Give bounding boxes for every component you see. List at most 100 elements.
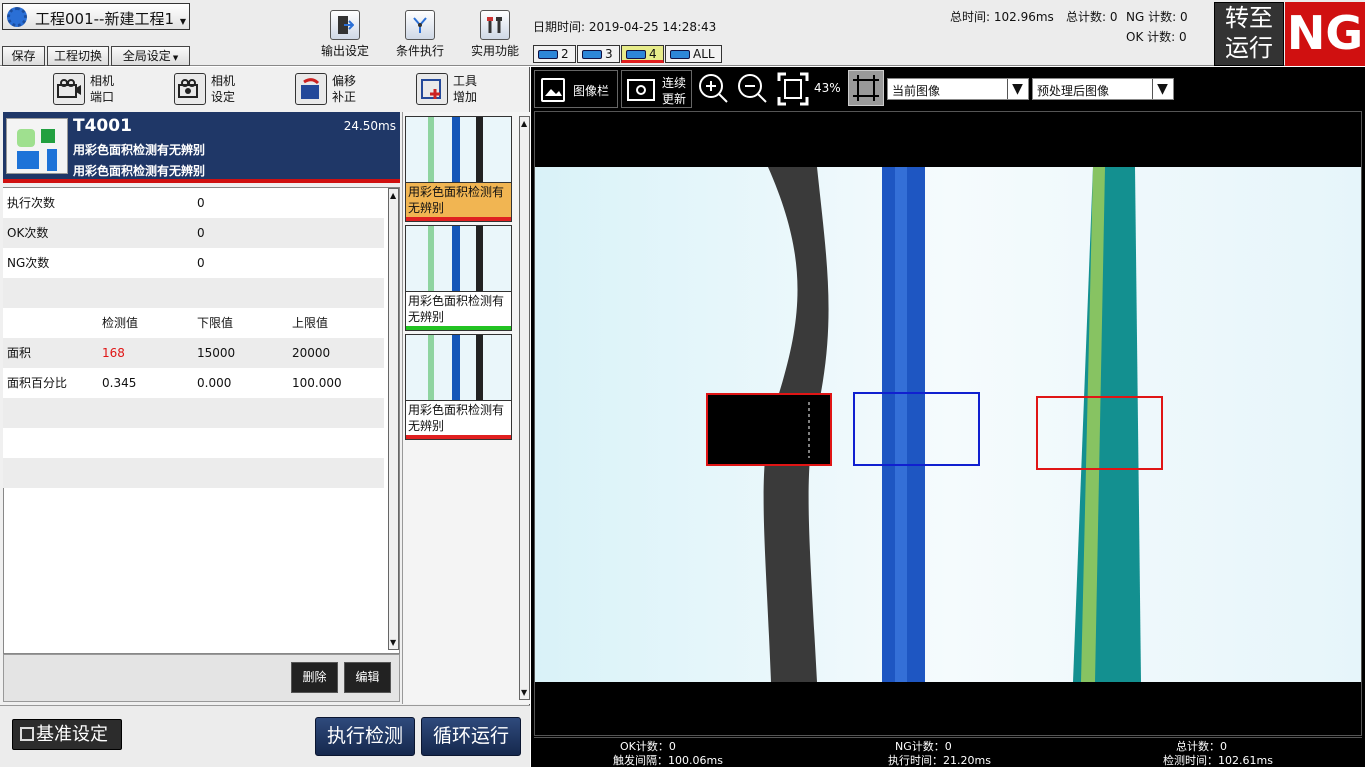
output-settings-button[interactable]: 输出设定 (313, 10, 377, 59)
offset-label1: 偏移 (332, 74, 357, 88)
wire-blue (452, 226, 460, 291)
tool-desc-1: 用彩色面积检测有无辨别 (73, 143, 206, 157)
tool-thumbnail[interactable]: 用彩色面积检测有无辨别 (405, 225, 512, 331)
footer-trigger-interval: 触发间隔：100.06ms (613, 754, 723, 767)
baseline-settings-button[interactable]: 基准设定 (12, 719, 122, 750)
zoom-out-button[interactable] (734, 70, 770, 108)
camera-icon (626, 50, 646, 59)
zoom-in-button[interactable] (695, 70, 731, 108)
camera-tab-3[interactable]: 3 (577, 45, 620, 63)
tool-thumbnail[interactable]: 用彩色面积检测有无辨别 (405, 116, 512, 222)
ok-count-row: OK次数 0 (3, 218, 384, 248)
empty-row (3, 428, 384, 458)
zoom-in-icon (699, 74, 728, 103)
ok-count: OK 计数: 0 (1126, 30, 1187, 44)
preprocessed-image-select[interactable]: 预处理后图像 ▼ (1032, 78, 1174, 100)
camera-icon (670, 50, 690, 59)
gear-icon (7, 7, 27, 27)
row-low: 0.000 (197, 376, 232, 390)
roi-box-1[interactable] (706, 393, 832, 466)
global-settings-button[interactable]: 全局设定 ▼ (111, 46, 190, 66)
camera-icon (53, 73, 85, 105)
add-tool-icon (416, 73, 448, 105)
camera-image (535, 167, 1361, 682)
blue-bar (47, 149, 57, 171)
row-value: 0.345 (102, 376, 137, 390)
current-image-select[interactable]: 当前图像 ▼ (887, 78, 1029, 100)
chevron-down-icon: ▼ (170, 54, 179, 62)
continuous-update-button[interactable]: 连续 更新 (621, 70, 692, 108)
ok-count-value: 0 (197, 226, 205, 240)
switch-run-line2: 运行 (1225, 34, 1273, 62)
camera-tab-label: 2 (561, 47, 569, 61)
project-switch-button[interactable]: 工程切换 (47, 46, 109, 66)
ng-count: NG 计数: 0 (1126, 10, 1188, 24)
switch-run-line1: 转至 (1225, 4, 1273, 32)
chevron-down-icon: ▼ (1152, 79, 1172, 99)
stats-scrollbar[interactable]: ▲ ▼ (388, 188, 399, 650)
tool-header[interactable]: T4001 24.50ms 用彩色面积检测有无辨别 用彩色面积检测有无辨别 (3, 112, 400, 183)
wire-black (476, 335, 483, 400)
add-tool-label1: 工具 (453, 74, 478, 88)
utilities-button[interactable]: 实用功能 (463, 10, 527, 59)
edit-button[interactable]: 编辑 (344, 662, 391, 693)
roi-select-button[interactable] (848, 70, 884, 106)
ng-count-row: NG次数 0 (3, 248, 384, 278)
table-row[interactable]: 面积 168 15000 20000 (3, 338, 384, 368)
exec-count-value: 0 (197, 196, 205, 210)
fit-screen-icon (777, 72, 809, 106)
image-bar-button[interactable]: 图像栏 (534, 70, 618, 108)
chevron-down-icon: ▼ (179, 17, 186, 26)
ok-shape (17, 129, 35, 147)
execute-inspection-button[interactable]: 执行检测 (315, 717, 415, 756)
camera-tab-label: 4 (649, 47, 657, 61)
image-background (535, 167, 1361, 682)
camera-icon (582, 50, 602, 59)
baseline-label: 基准设定 (36, 724, 108, 745)
thumbnail-scrollbar[interactable]: ▲ ▼ (519, 116, 530, 700)
tool-thumbnail[interactable]: 用彩色面积检测有无辨别 (405, 334, 512, 440)
delete-button[interactable]: 删除 (291, 662, 338, 693)
output-settings-label: 输出设定 (320, 44, 369, 58)
camera-settings-label1: 相机 (211, 74, 236, 88)
camera-settings-icon (174, 73, 206, 105)
exec-count-row: 执行次数 0 (3, 188, 384, 218)
header-high: 上限值 (292, 316, 329, 330)
camera-tab-label: ALL (693, 47, 715, 61)
loop-run-button[interactable]: 循环运行 (421, 717, 521, 756)
row-name: 面积百分比 (7, 376, 68, 390)
add-tool-label2: 增加 (453, 90, 478, 104)
result-ng-badge: NG (1285, 2, 1365, 66)
table-row[interactable]: 面积百分比 0.345 0.000 100.000 (3, 368, 384, 398)
camera-tab-2[interactable]: 2 (533, 45, 576, 63)
camera-tab-label: 3 (605, 47, 613, 61)
ng-count-label: NG次数 (7, 256, 50, 270)
thumbnail-status-bar (406, 435, 511, 439)
camera-tab-4[interactable]: 4 (621, 45, 664, 63)
switch-to-run-button[interactable]: 转至 运行 (1214, 2, 1284, 66)
image-viewport[interactable] (534, 111, 1362, 736)
chevron-down-icon: ▼ (1007, 79, 1027, 99)
exec-count-label: 执行次数 (7, 196, 56, 210)
save-button[interactable]: 保存 (2, 46, 45, 66)
blue-block (17, 151, 39, 169)
global-settings-label: 全局设定 (122, 49, 171, 63)
wire-green (428, 335, 434, 400)
tool-id: T4001 (73, 116, 132, 136)
conditional-exec-button[interactable]: 条件执行 (388, 10, 452, 59)
total-time: 总时间: 102.96ms (950, 10, 1054, 24)
fit-zoom-button[interactable]: 43% (774, 70, 844, 108)
camera-tab-all[interactable]: ALL (665, 45, 722, 63)
current-image-value: 当前图像 (892, 84, 941, 98)
camera-refresh-icon (627, 79, 655, 101)
wire-blue (452, 117, 460, 182)
project-selector[interactable]: 工程001--新建工程1 ▼ (2, 3, 190, 30)
thumbnail-status-bar (406, 326, 511, 330)
wire-blue (452, 335, 460, 400)
camera-settings-label2: 设定 (211, 90, 236, 104)
offset-icon (295, 73, 327, 105)
empty-row (3, 278, 384, 308)
roi-grid-icon (853, 75, 879, 101)
continuous-label1: 连续 (662, 76, 687, 90)
continuous-label2: 更新 (662, 92, 687, 106)
